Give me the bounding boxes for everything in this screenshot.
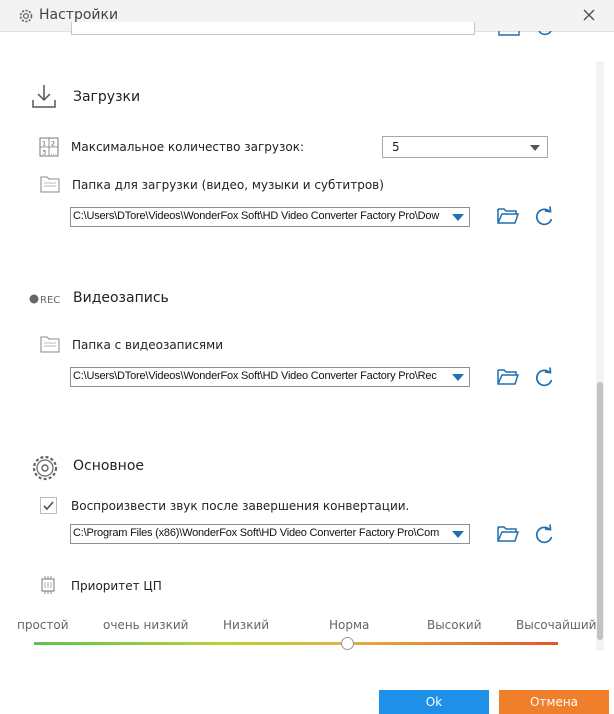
svg-text:3: 3 — [42, 149, 46, 157]
max-downloads-label: Максимальное количество загрузок: — [71, 140, 305, 154]
record-icon-text: REC — [40, 295, 60, 306]
folder-icon — [40, 336, 60, 353]
window-title: Настройки — [39, 7, 119, 23]
cpu-icon — [41, 576, 55, 594]
chevron-down-icon — [530, 145, 540, 151]
priority-option-normal[interactable]: Норма — [329, 618, 369, 632]
sound-file-path: C:\Program Files (x86)\WonderFox Soft\HD… — [73, 527, 440, 539]
download-icon — [32, 85, 56, 108]
record-icon: REC — [29, 294, 60, 306]
folder-open-icon[interactable] — [496, 524, 520, 544]
cancel-button[interactable]: Отмена — [499, 690, 609, 714]
download-folder-label: Папка для загрузки (видео, музыки и субт… — [72, 178, 384, 192]
section-title-recording: Видеозапись — [73, 290, 169, 306]
svg-text:…: … — [51, 149, 58, 157]
folder-open-icon[interactable] — [496, 367, 520, 387]
chevron-down-icon — [452, 374, 464, 381]
priority-option-idle[interactable]: простой — [17, 618, 69, 632]
chevron-down-icon — [452, 214, 464, 221]
path-select-partial[interactable] — [71, 22, 475, 35]
priority-option-highest[interactable]: Высочайший — [516, 618, 596, 632]
sound-label: Воспроизвести звук после завершения конв… — [71, 499, 410, 513]
priority-option-low[interactable]: Низкий — [223, 618, 269, 632]
sound-checkbox[interactable] — [40, 497, 57, 514]
ok-button[interactable]: Ok — [379, 690, 489, 714]
number-grid-icon: 1 2 3 … — [39, 137, 59, 157]
max-downloads-select[interactable]: 5 — [382, 136, 548, 158]
check-icon — [43, 501, 54, 511]
gear-icon — [19, 9, 33, 23]
download-folder-path: C:\Users\DTore\Videos\WonderFox Soft\HD … — [73, 210, 440, 222]
svg-text:1: 1 — [42, 140, 46, 148]
recording-folder-label: Папка с видеозаписями — [72, 338, 223, 352]
refresh-icon[interactable] — [533, 524, 555, 546]
max-downloads-value: 5 — [392, 140, 400, 154]
cpu-priority-label: Приоритет ЦП — [71, 579, 162, 593]
refresh-icon[interactable] — [535, 31, 555, 37]
recording-folder-path: C:\Users\DTore\Videos\WonderFox Soft\HD … — [73, 370, 437, 382]
chevron-down-icon — [452, 531, 464, 538]
folder-open-icon[interactable] — [498, 31, 520, 37]
gear-icon — [32, 455, 58, 481]
recording-folder-select[interactable]: C:\Users\DTore\Videos\WonderFox Soft\HD … — [70, 367, 470, 387]
cpu-priority-slider[interactable] — [34, 642, 558, 645]
sound-file-select[interactable]: C:\Program Files (x86)\WonderFox Soft\HD… — [70, 524, 470, 544]
download-folder-select[interactable]: C:\Users\DTore\Videos\WonderFox Soft\HD … — [70, 207, 470, 227]
folder-icon — [40, 176, 60, 193]
svg-text:2: 2 — [51, 140, 55, 148]
refresh-icon[interactable] — [533, 367, 555, 389]
refresh-icon[interactable] — [533, 206, 555, 228]
priority-option-very-low[interactable]: очень низкий — [103, 618, 188, 632]
scrollbar-thumb[interactable] — [597, 382, 603, 640]
slider-thumb[interactable] — [341, 637, 354, 650]
section-title-general: Основное — [73, 458, 145, 474]
section-title-downloads: Загрузки — [73, 89, 141, 105]
close-icon[interactable] — [580, 6, 598, 24]
folder-open-icon[interactable] — [496, 206, 520, 226]
priority-option-high[interactable]: Высокий — [427, 618, 482, 632]
